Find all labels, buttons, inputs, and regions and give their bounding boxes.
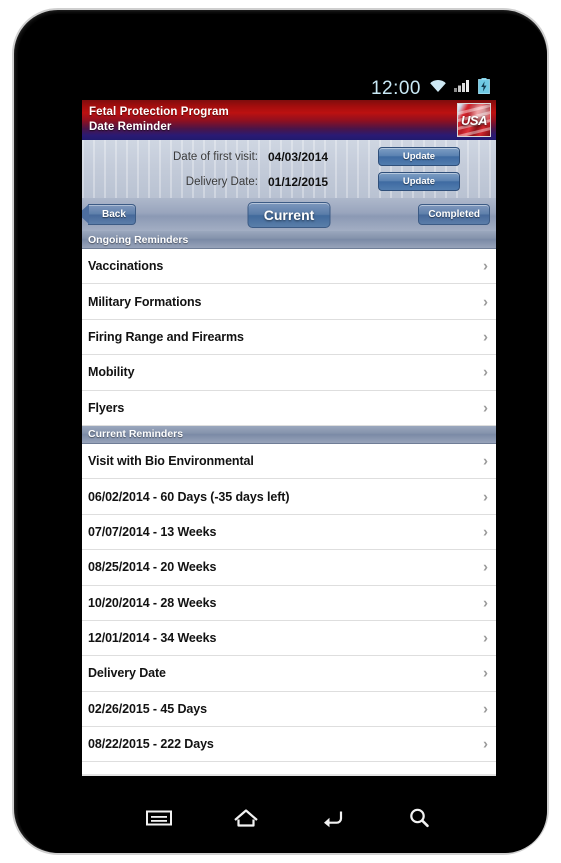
list-item-label: Delivery Date xyxy=(88,666,166,681)
status-bar: 12:00 xyxy=(82,76,496,100)
list-item-label: 10/20/2014 - 28 Weeks xyxy=(88,595,217,610)
battery-charging-icon xyxy=(478,77,490,99)
section-header-ongoing: Ongoing Reminders xyxy=(82,231,496,249)
chevron-right-icon: › xyxy=(483,363,488,381)
status-bar-clock: 12:00 xyxy=(370,77,421,99)
app-title-line2: Date Reminder xyxy=(89,121,172,133)
wifi-icon xyxy=(428,78,448,98)
delivery-date-value: 01/12/2015 xyxy=(268,174,329,189)
chevron-right-icon: › xyxy=(483,700,488,718)
signal-icon xyxy=(454,78,472,98)
list-item-label: 07/07/2014 - 13 Weeks xyxy=(88,524,217,539)
list-item[interactable]: Mobility › xyxy=(82,355,496,391)
update-first-visit-button[interactable]: Update xyxy=(378,147,460,166)
update-delivery-date-button[interactable]: Update xyxy=(378,172,460,191)
list-item[interactable]: 08/25/2014 - 20 Weeks › xyxy=(82,550,496,586)
chevron-right-icon: › xyxy=(483,735,488,753)
list-item[interactable]: Flyers › xyxy=(82,390,496,426)
back-arrow-icon[interactable] xyxy=(310,798,354,838)
phone-screen: 12:00 Fetal Protection Program Date Remi… xyxy=(82,76,496,788)
android-navigation-bar xyxy=(82,788,496,848)
list-item[interactable]: Vaccinations › xyxy=(82,249,496,285)
list-item-label: Military Formations xyxy=(88,294,202,309)
reminders-list: Ongoing Reminders Vaccinations › Militar… xyxy=(82,231,496,776)
first-visit-label: Date of first visit: xyxy=(173,150,258,163)
chevron-right-icon: › xyxy=(483,293,488,311)
dates-panel: Date of first visit: 04/03/2014 Update D… xyxy=(82,140,496,198)
list-item-label: 06/02/2014 - 60 Days (-35 days left) xyxy=(88,489,290,504)
app-title-bar: Fetal Protection Program Date Reminder U… xyxy=(82,100,496,140)
chevron-right-icon: › xyxy=(483,452,488,470)
list-item-label: 02/26/2015 - 45 Days xyxy=(88,701,207,716)
app-title-line1: Fetal Protection Program xyxy=(89,106,229,118)
list-item[interactable]: 06/02/2014 - 60 Days (-35 days left) › xyxy=(82,479,496,515)
list-item[interactable]: 12/01/2014 - 34 Weeks › xyxy=(82,620,496,657)
list-item[interactable]: 08/22/2015 - 222 Days › xyxy=(82,727,496,763)
chevron-right-icon: › xyxy=(483,523,488,541)
logo-text: USA xyxy=(461,113,487,128)
list-item-label: Flyers xyxy=(88,400,125,415)
home-icon[interactable] xyxy=(224,798,268,838)
list-item[interactable]: 10/20/2014 - 28 Weeks › xyxy=(82,585,496,621)
search-icon[interactable] xyxy=(397,798,441,838)
list-item-label: 08/22/2015 - 222 Days xyxy=(88,737,214,752)
list-item[interactable]: 02/26/2015 - 45 Days › xyxy=(82,691,496,728)
usa-flag-stamp-logo-icon: USA xyxy=(457,103,491,137)
device-frame: 12:00 Fetal Protection Program Date Remi… xyxy=(12,8,549,855)
list-item-label: Vaccinations xyxy=(88,259,164,274)
list-item[interactable]: Visit with Bio Environmental › xyxy=(82,443,496,480)
list-item[interactable]: Delivery Date › xyxy=(82,656,496,692)
chevron-right-icon: › xyxy=(483,594,488,612)
list-item[interactable]: 07/07/2014 - 13 Weeks › xyxy=(82,514,496,551)
chevron-right-icon: › xyxy=(483,328,488,346)
delivery-date-row: Delivery Date: 01/12/2015 Update xyxy=(82,169,496,194)
chevron-right-icon: › xyxy=(483,558,488,576)
tab-completed[interactable]: Completed xyxy=(418,204,490,225)
chevron-right-icon: › xyxy=(483,488,488,506)
list-item-label: 12/01/2014 - 34 Weeks xyxy=(88,631,217,646)
chevron-right-icon: › xyxy=(483,629,488,647)
chevron-right-icon: › xyxy=(483,664,488,682)
chevron-right-icon: › xyxy=(483,257,488,275)
section-header-current: Current Reminders xyxy=(82,425,496,444)
list-item-label: Visit with Bio Environmental xyxy=(88,454,254,469)
first-visit-row: Date of first visit: 04/03/2014 Update xyxy=(82,144,496,169)
list-item[interactable]: Firing Range and Firearms › xyxy=(82,319,496,356)
navigation-tab-bar: Back Current Completed xyxy=(82,198,496,231)
menu-icon[interactable] xyxy=(137,798,181,838)
list-item[interactable]: Military Formations › xyxy=(82,284,496,320)
tab-current[interactable]: Current xyxy=(247,201,331,228)
chevron-right-icon: › xyxy=(483,399,488,417)
list-item-label: Firing Range and Firearms xyxy=(88,329,244,344)
back-button[interactable]: Back xyxy=(82,204,136,225)
list-item-label: 08/25/2014 - 20 Weeks xyxy=(88,560,217,575)
list-item-label: Mobility xyxy=(88,365,135,380)
first-visit-value: 04/03/2014 xyxy=(268,149,329,164)
delivery-date-label: Delivery Date: xyxy=(185,175,258,188)
